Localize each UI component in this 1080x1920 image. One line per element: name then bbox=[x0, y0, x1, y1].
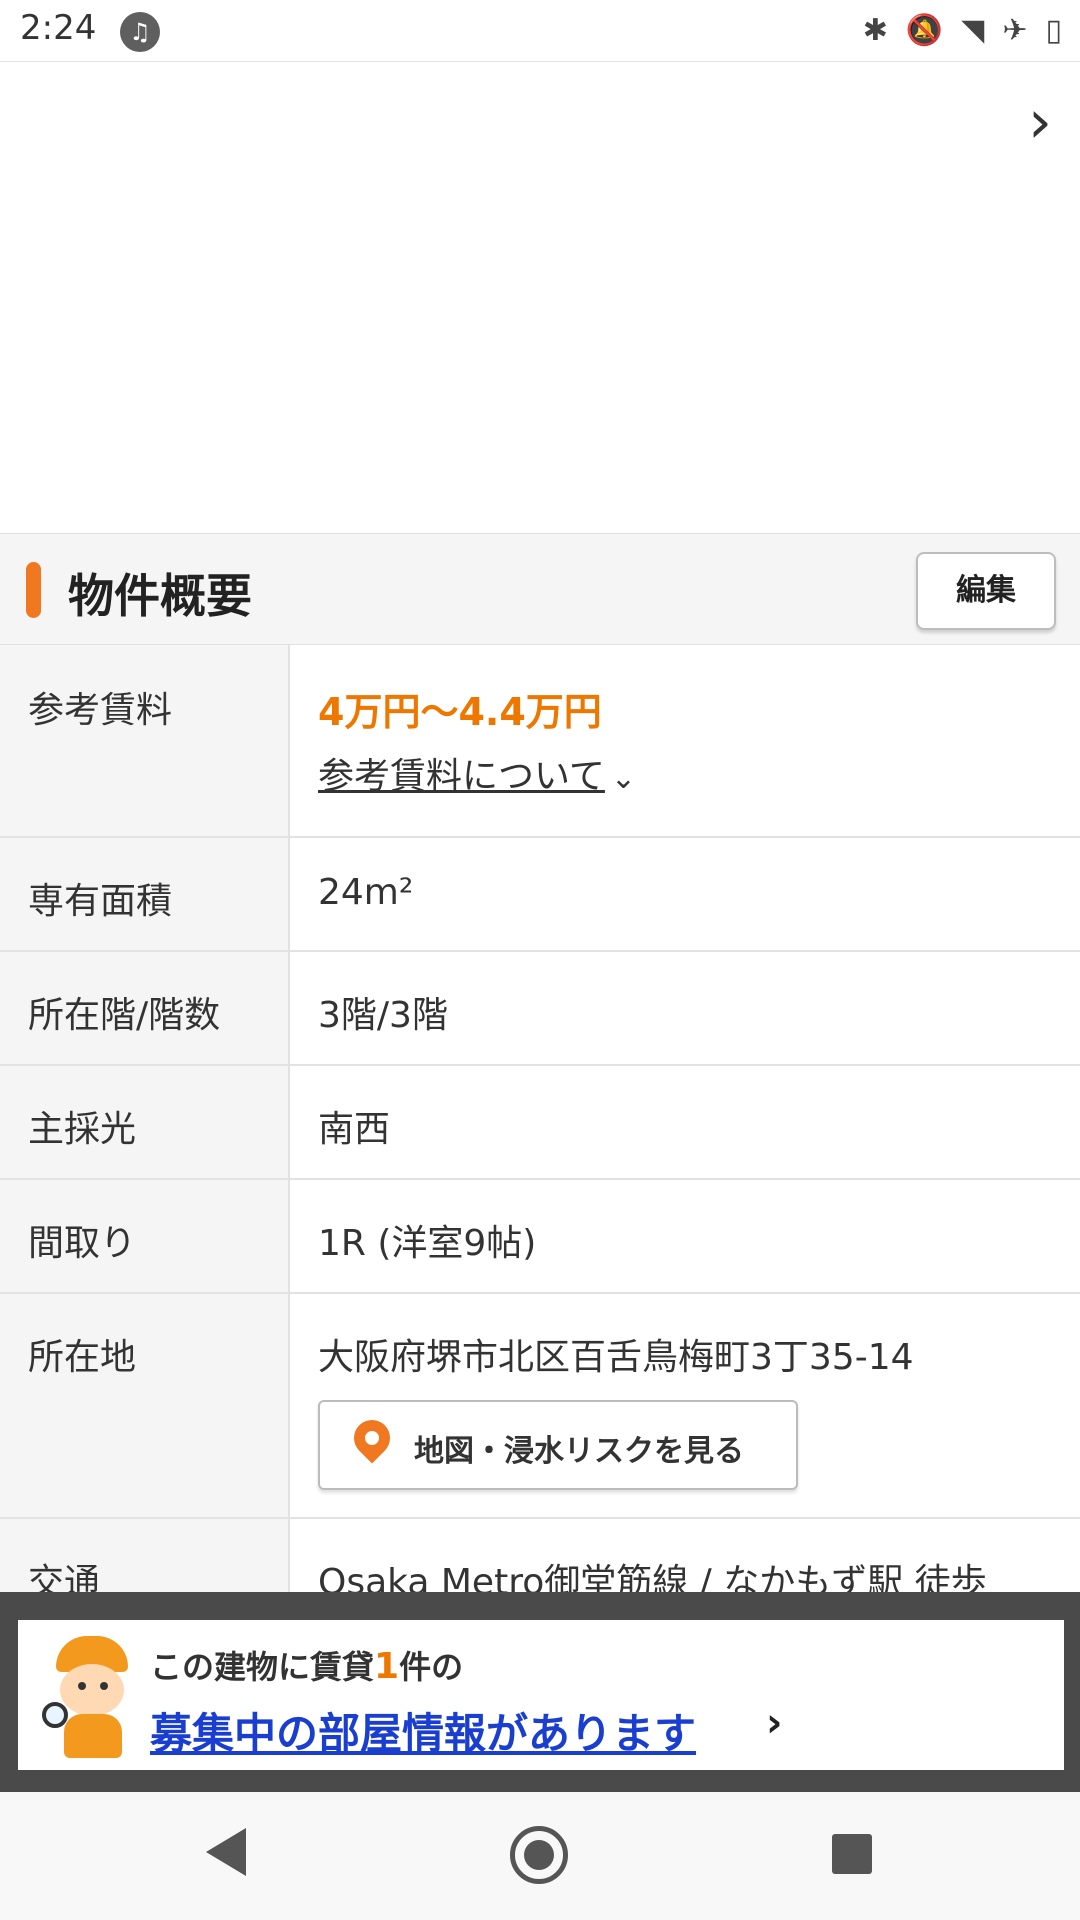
music-icon: ♫ bbox=[120, 12, 160, 52]
area-label: 専有面積 bbox=[28, 881, 173, 922]
floor-label: 所在階/階数 bbox=[28, 995, 221, 1036]
airplane-icon: ✈ bbox=[1002, 12, 1028, 48]
chevron-down-icon[interactable]: ⌄ bbox=[611, 761, 636, 796]
map-button-label: 地図・浸水リスクを見る bbox=[414, 1434, 744, 1469]
map-pin-icon bbox=[346, 1412, 398, 1464]
section-title: 物件概要 bbox=[68, 569, 252, 623]
vacancy-link[interactable]: 募集中の部屋情報があります bbox=[150, 1700, 696, 1761]
battery-icon: ▯ bbox=[1045, 12, 1062, 48]
banner-prefix: この建物に賃貸 bbox=[150, 1648, 375, 1686]
recent-apps-icon[interactable] bbox=[832, 1834, 872, 1874]
rent-about-link[interactable]: 参考賃料について ⌄ bbox=[318, 747, 636, 799]
table-row-rent: 参考賃料 4万円〜4.4万円 参考賃料について ⌄ bbox=[0, 645, 1080, 838]
status-bar: 2:24 ♫ ✱ 🔕 ◥ ✈ ▯ bbox=[0, 0, 1080, 62]
table-row-address: 所在地 大阪府堺市北区百舌鳥梅町3丁35-14 地図・浸水リスクを見る bbox=[0, 1294, 1080, 1519]
wifi-icon: ◥ bbox=[961, 12, 985, 48]
address-value: 大阪府堺市北区百舌鳥梅町3丁35-14 bbox=[318, 1337, 914, 1378]
layout-value: 1R (洋室9帖) bbox=[318, 1223, 537, 1264]
edit-button[interactable]: 編集 bbox=[916, 552, 1056, 630]
bluetooth-icon: ✱ bbox=[862, 12, 888, 48]
vacancy-banner: この建物に賃貸1件の 募集中の部屋情報があります › bbox=[0, 1592, 1080, 1792]
chevron-right-icon[interactable]: › bbox=[766, 1700, 782, 1746]
row-label-cell: 所在階/階数 bbox=[0, 952, 290, 1064]
rent-value: 4万円〜4.4万円 bbox=[318, 690, 602, 734]
home-icon[interactable] bbox=[510, 1826, 568, 1884]
row-label-cell: 専有面積 bbox=[0, 838, 290, 950]
back-icon[interactable] bbox=[206, 1828, 246, 1876]
table-row-light: 主採光 南西 bbox=[0, 1066, 1080, 1180]
section-accent-bar bbox=[26, 562, 41, 618]
status-icons: ✱ 🔕 ◥ ✈ ▯ bbox=[863, 8, 1062, 52]
image-area: › bbox=[0, 63, 1080, 533]
floor-value: 3階/3階 bbox=[318, 995, 448, 1036]
row-label-cell: 主採光 bbox=[0, 1066, 290, 1178]
light-value: 南西 bbox=[318, 1109, 391, 1150]
table-row-area: 専有面積 24m² bbox=[0, 838, 1080, 952]
row-label-cell: 参考賃料 bbox=[0, 645, 290, 836]
property-info-table: 参考賃料 4万円〜4.4万円 参考賃料について ⌄ 専有面積 24m² 所在階/階… bbox=[0, 645, 1080, 1619]
address-label: 所在地 bbox=[28, 1337, 137, 1378]
navigation-bar bbox=[0, 1792, 1080, 1920]
banner-count: 1 bbox=[374, 1646, 400, 1687]
layout-label: 間取り bbox=[28, 1223, 137, 1264]
table-row-floor: 所在階/階数 3階/3階 bbox=[0, 952, 1080, 1066]
rent-about-text[interactable]: 参考賃料について bbox=[318, 756, 605, 797]
status-time: 2:24 bbox=[20, 8, 97, 48]
vacancy-banner-card[interactable]: この建物に賃貸1件の 募集中の部屋情報があります › bbox=[18, 1620, 1064, 1770]
area-value: 24m² bbox=[318, 872, 414, 913]
map-flood-risk-button[interactable]: 地図・浸水リスクを見る bbox=[318, 1400, 798, 1490]
section-header: 物件概要 編集 bbox=[0, 533, 1080, 645]
rent-label: 参考賃料 bbox=[28, 690, 173, 731]
chevron-right-icon[interactable]: › bbox=[1028, 87, 1052, 157]
notifications-off-icon: 🔕 bbox=[905, 12, 944, 48]
mascot-detective-icon bbox=[42, 1636, 142, 1758]
light-label: 主採光 bbox=[28, 1109, 137, 1150]
banner-suffix: 件の bbox=[399, 1648, 464, 1686]
banner-message: この建物に賃貸1件の bbox=[150, 1642, 463, 1688]
row-label-cell: 間取り bbox=[0, 1180, 290, 1292]
table-row-layout: 間取り 1R (洋室9帖) bbox=[0, 1180, 1080, 1294]
row-label-cell: 所在地 bbox=[0, 1294, 290, 1517]
